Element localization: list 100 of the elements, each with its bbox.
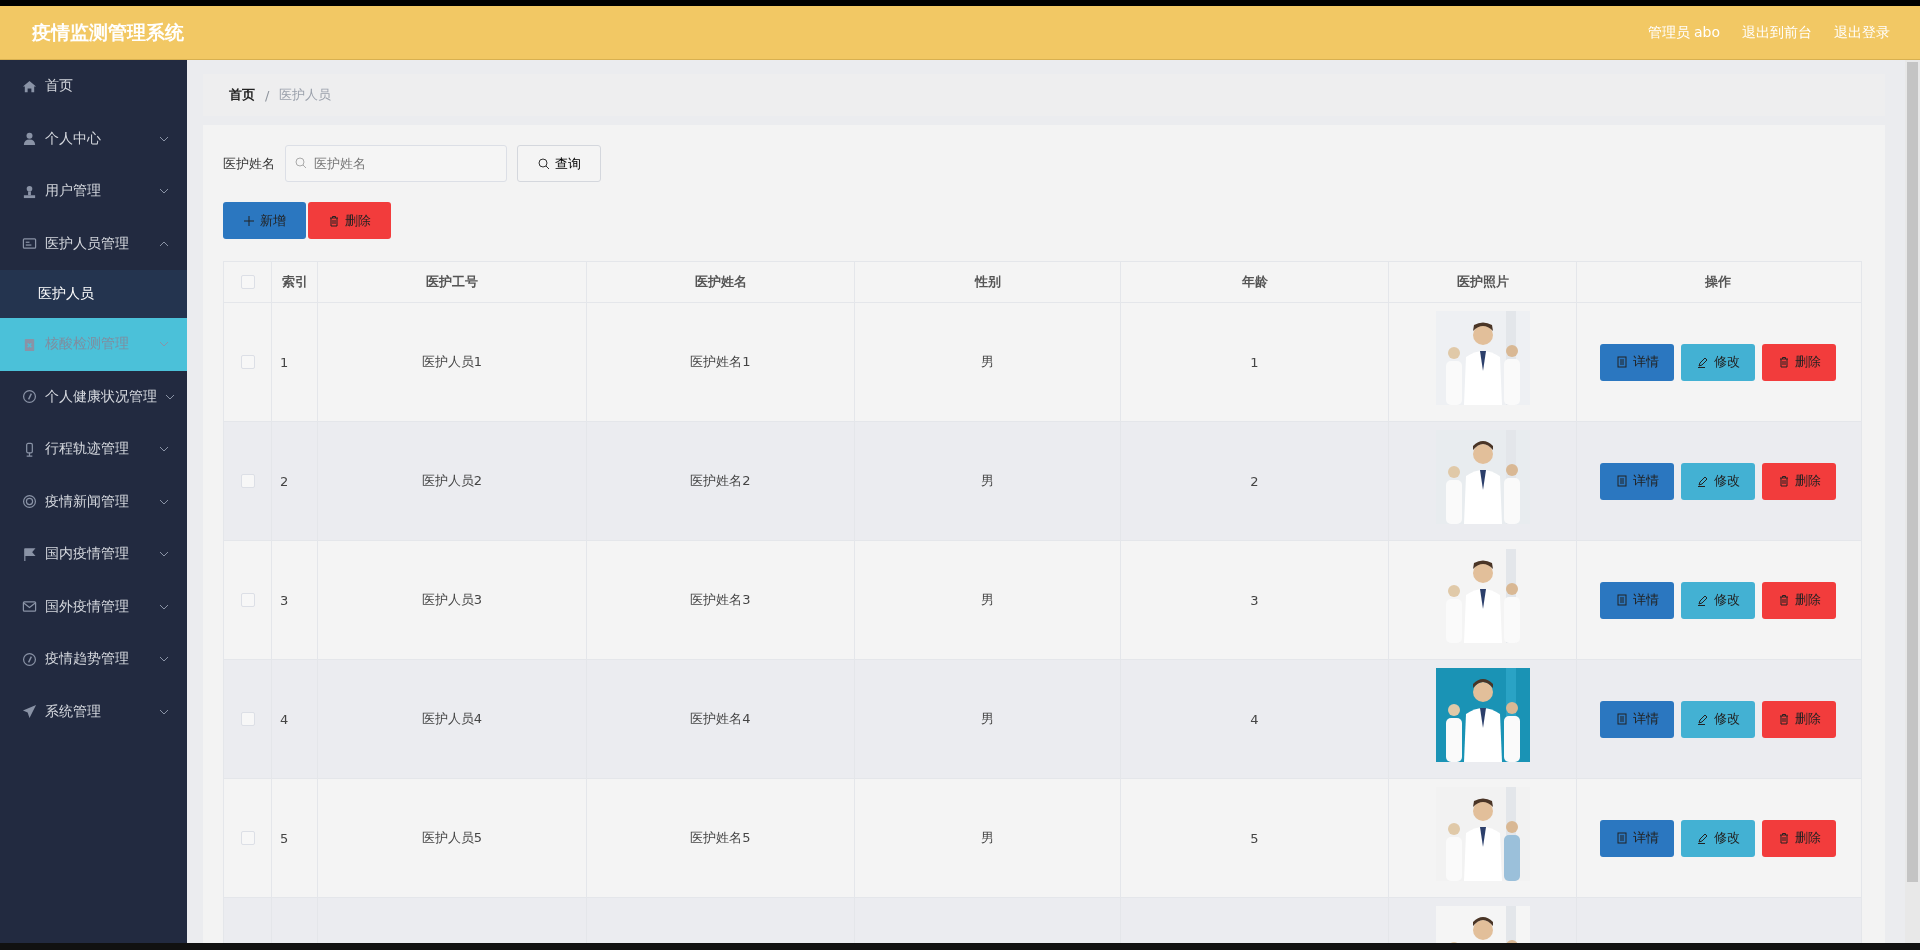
menu-icon <box>22 494 37 510</box>
menu-item[interactable]: 个人中心 <box>0 112 187 165</box>
edit-button[interactable]: 修改 <box>1681 700 1755 738</box>
document-icon <box>1615 713 1628 725</box>
menu-item[interactable]: 个人健康状况管理 <box>0 370 187 423</box>
app-title: 疫情监测管理系统 <box>32 19 184 45</box>
menu-icon <box>22 546 37 562</box>
delete-button[interactable]: 删除 <box>1762 819 1836 857</box>
menu-item[interactable]: 医护人员管理 <box>0 217 187 270</box>
table-cell: 医护姓名2 <box>690 472 751 490</box>
detail-button[interactable]: 详情 <box>1600 819 1674 857</box>
search-field[interactable]: 医护姓名 <box>285 145 507 182</box>
column-header: 医护姓名 <box>694 273 747 291</box>
table-cell: 医护人员5 <box>421 829 483 847</box>
table-cell: 5 <box>280 830 289 846</box>
menu-item[interactable]: 用户管理 <box>0 165 187 218</box>
plus-icon <box>243 214 255 227</box>
table-cell: 男 <box>981 353 994 371</box>
edit-button[interactable]: 修改 <box>1681 462 1755 500</box>
table-cell: 医护姓名3 <box>690 591 751 609</box>
menu-label: 国内疫情管理 <box>45 545 130 564</box>
delete-button[interactable]: 删除 <box>1762 462 1836 500</box>
detail-button[interactable]: 详情 <box>1600 462 1674 500</box>
table-cell: 医护姓名1 <box>690 353 751 371</box>
menu-label: 用户管理 <box>45 182 102 201</box>
table-cell: 3 <box>280 592 289 608</box>
table-cell: 男 <box>981 472 994 490</box>
pencil-icon <box>1696 475 1709 487</box>
menu-item[interactable]: 疫情新闻管理 <box>0 475 187 528</box>
menu-label: 行程轨迹管理 <box>45 440 130 459</box>
table-cell: 医护人员3 <box>421 591 483 609</box>
table-cell: 1 <box>1250 354 1259 370</box>
column-header: 性别 <box>974 273 1001 291</box>
trash-icon <box>1777 594 1790 606</box>
scrollbar[interactable] <box>1905 60 1920 943</box>
pencil-icon <box>1696 356 1709 368</box>
table-cell: 男 <box>981 829 994 847</box>
menu-label: 国外疫情管理 <box>45 597 130 616</box>
detail-button[interactable]: 详情 <box>1600 581 1674 619</box>
select-all-checkbox[interactable] <box>240 275 255 289</box>
trash-icon <box>1777 475 1790 487</box>
menu-item[interactable]: 行程轨迹管理 <box>0 423 187 476</box>
menu-label: 医护人员管理 <box>45 234 130 253</box>
delete-button[interactable]: 删除 <box>1762 581 1836 619</box>
table-cell: 1 <box>280 354 289 370</box>
row-checkbox[interactable] <box>240 712 255 726</box>
search-button[interactable]: 查询 <box>517 145 601 182</box>
breadcrumb-separator: / <box>265 87 270 103</box>
column-header: 医护照片 <box>1456 273 1509 291</box>
edit-button[interactable]: 修改 <box>1681 819 1755 857</box>
edit-button[interactable]: 修改 <box>1681 343 1755 381</box>
breadcrumb-item: 医护人员 <box>279 86 332 104</box>
table-cell: 医护姓名4 <box>690 710 751 728</box>
table-cell: 3 <box>1250 592 1259 608</box>
detail-button[interactable]: 详情 <box>1600 343 1674 381</box>
breadcrumb-item[interactable]: 首页 <box>229 86 255 104</box>
table-cell: 2 <box>280 473 289 489</box>
menu-label: 疫情趋势管理 <box>45 650 130 669</box>
pencil-icon <box>1696 832 1709 844</box>
table-cell: 4 <box>1250 711 1259 727</box>
menu-label: 疫情新闻管理 <box>45 492 130 511</box>
search-icon <box>295 157 307 169</box>
add-button[interactable]: 新增 <box>223 202 306 239</box>
row-checkbox[interactable] <box>240 593 255 607</box>
menu-label: 个人健康状况管理 <box>45 387 157 406</box>
column-header: 年龄 <box>1241 273 1268 291</box>
table-cell: 医护姓名5 <box>690 829 751 847</box>
menu-icon <box>22 599 37 615</box>
menu-label: 系统管理 <box>45 702 102 721</box>
menu-icon <box>22 131 37 147</box>
column-header: 索引 <box>281 273 308 291</box>
pencil-icon <box>1696 594 1709 606</box>
trash-icon <box>1777 356 1790 368</box>
menu-icon <box>22 336 37 352</box>
detail-button[interactable]: 详情 <box>1600 700 1674 738</box>
row-checkbox[interactable] <box>240 355 255 369</box>
row-checkbox[interactable] <box>240 831 255 845</box>
menu-item[interactable]: 首页 <box>0 60 187 113</box>
trash-icon <box>1777 713 1790 725</box>
menu-item[interactable]: 疫情趋势管理 <box>0 633 187 686</box>
menu-label: 个人中心 <box>45 129 102 148</box>
delete-button[interactable]: 删除 <box>1762 700 1836 738</box>
delete-button[interactable]: 删除 <box>308 202 391 239</box>
menu-item[interactable]: 国外疫情管理 <box>0 580 187 633</box>
menu-item[interactable]: 国内疫情管理 <box>0 528 187 581</box>
row-checkbox[interactable] <box>240 474 255 488</box>
document-icon <box>1615 475 1628 487</box>
menu-item[interactable]: 系统管理 <box>0 685 187 738</box>
submenu-item[interactable]: 医护人员 <box>0 270 187 318</box>
column-header: 医护工号 <box>426 273 478 291</box>
menu-icon <box>22 704 37 720</box>
table-cell: 5 <box>1250 830 1259 846</box>
table-cell: 2 <box>1250 473 1259 489</box>
edit-button[interactable]: 修改 <box>1681 581 1755 619</box>
column-header: 操作 <box>1705 273 1731 291</box>
pencil-icon <box>1696 713 1709 725</box>
menu-icon <box>22 183 37 199</box>
trash-icon <box>328 214 340 227</box>
delete-button[interactable]: 删除 <box>1762 343 1836 381</box>
menu-icon <box>22 236 37 252</box>
